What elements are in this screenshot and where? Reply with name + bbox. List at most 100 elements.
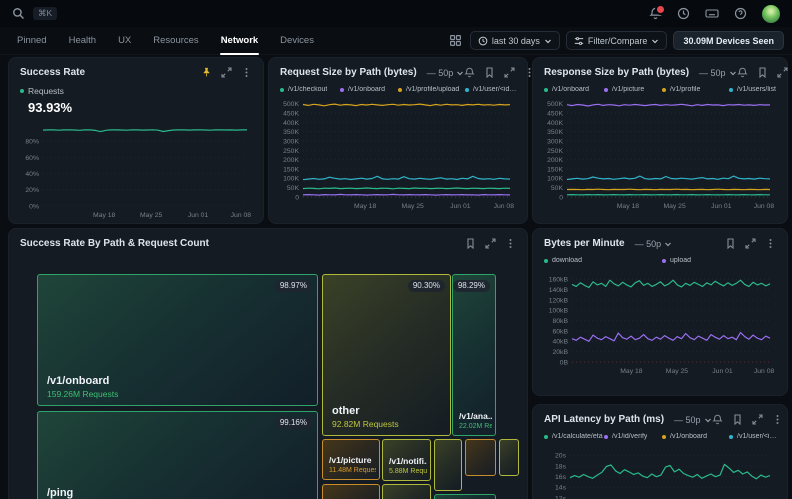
tile-success-rate-badge: 90.30%	[408, 280, 445, 292]
kebab-menu-icon[interactable]	[241, 67, 252, 78]
topbar: ⌘K	[0, 0, 792, 27]
filter-compare-button[interactable]: Filter/Compare	[566, 31, 668, 50]
legend-dot	[544, 88, 548, 92]
time-range-select[interactable]: last 30 days	[470, 31, 560, 50]
tab-resources[interactable]: Resources	[142, 27, 209, 54]
clock-icon[interactable]	[677, 7, 690, 20]
treemap-tile-v1-picture[interactable]: /v1/picture11.48M Requests	[322, 439, 380, 480]
svg-text:150K: 150K	[283, 166, 299, 173]
svg-text:300K: 300K	[547, 138, 563, 145]
tab-pinned[interactable]: Pinned	[6, 27, 58, 54]
treemap-tile[interactable]	[434, 494, 496, 499]
expand-icon[interactable]	[777, 67, 788, 78]
legend-dot	[662, 88, 666, 92]
bookmark-icon[interactable]	[725, 238, 736, 249]
chevron-down-icon	[651, 37, 659, 45]
pin-icon[interactable]	[201, 67, 212, 78]
notifications-bell-icon[interactable]	[649, 7, 662, 20]
svg-text:0%: 0%	[29, 203, 39, 210]
tab-network[interactable]: Network	[210, 27, 269, 54]
chevron-down-icon	[456, 69, 464, 77]
success-rate-chart: 80%60%40%20%0%May 18May 25Jun 01Jun 08	[17, 117, 255, 220]
legend: /v1/onboard/v1/picture/v1/profile/v1/use…	[533, 78, 787, 93]
expand-icon[interactable]	[221, 67, 232, 78]
legend-item[interactable]: /v1/user/<id>/rem...	[729, 433, 777, 440]
response-size-chart: 500K450K400K350K300K250K200K150K100K50K0…	[542, 95, 778, 211]
legend-dot	[729, 88, 733, 92]
legend-item[interactable]: download	[544, 257, 662, 264]
kebab-menu-icon[interactable]	[772, 414, 783, 425]
bookmark-icon[interactable]	[732, 414, 743, 425]
tile-path: /v1/picture	[329, 455, 376, 465]
expand-icon[interactable]	[752, 414, 763, 425]
expand-icon[interactable]	[745, 238, 756, 249]
card-request-size: Request Size by Path (bytes) — 50p /v1/c…	[268, 57, 528, 224]
svg-text:400K: 400K	[547, 120, 563, 127]
tile-path: /v1/notifi...	[389, 456, 427, 466]
tab-devices[interactable]: Devices	[269, 27, 325, 54]
legend-item[interactable]: /v1/onboard	[662, 433, 729, 440]
tile-label: /v1/onboard159.26M Requests	[47, 375, 314, 399]
legend-item[interactable]: /v1/profile	[662, 86, 729, 93]
legend-item[interactable]: /v1/user/<id>/profile	[465, 86, 517, 93]
treemap-tile-other[interactable]: 90.30%other92.82M Requests	[322, 274, 451, 436]
tab-health[interactable]: Health	[58, 27, 107, 54]
layout-grid-icon[interactable]	[447, 32, 464, 49]
treemap-tile-ping[interactable]: 99.16%/ping	[37, 411, 318, 499]
svg-text:500K: 500K	[547, 101, 563, 108]
kebab-menu-icon[interactable]	[765, 238, 776, 249]
devices-seen-badge[interactable]: 30.09M Devices Seen	[673, 31, 784, 50]
legend-label: download	[552, 257, 582, 264]
alert-bell-icon[interactable]	[712, 414, 723, 425]
legend-label: /v1/id/verify	[612, 433, 647, 440]
treemap-tile[interactable]	[434, 439, 462, 491]
svg-text:50K: 50K	[551, 185, 564, 192]
treemap-tile[interactable]	[499, 439, 519, 476]
expand-icon[interactable]	[504, 67, 515, 78]
legend-dot	[20, 89, 24, 93]
legend-item[interactable]: /v1/profile/upload	[398, 86, 465, 93]
svg-text:20%: 20%	[25, 187, 39, 194]
svg-text:100kB: 100kB	[549, 308, 569, 315]
legend-item[interactable]: /v1/calculate/eta	[544, 433, 604, 440]
legend-label: /v1/checkout	[288, 86, 327, 93]
legend-item[interactable]: Requests	[20, 86, 64, 96]
treemap-tile[interactable]	[322, 484, 380, 499]
percentile-select[interactable]: — 50p	[699, 68, 737, 78]
keyboard-icon[interactable]	[705, 7, 719, 20]
percentile-select[interactable]: — 50p	[674, 415, 712, 425]
svg-text:12s: 12s	[555, 495, 567, 499]
tab-ux[interactable]: UX	[107, 27, 142, 54]
legend-item[interactable]: /v1/users/list	[729, 86, 777, 93]
legend-item[interactable]: /v1/checkout	[280, 86, 340, 93]
tile-path: /ping	[47, 487, 314, 499]
treemap-tile-v1-notifi[interactable]: /v1/notifi...5.88M Requ...	[382, 439, 431, 481]
bytes-per-minute-chart: 160kB140kB120kB100kB80kB60kB40kB20kB0BMa…	[542, 266, 778, 376]
legend-item[interactable]: upload	[662, 257, 777, 264]
legend-item[interactable]: /v1/onboard	[544, 86, 604, 93]
legend-label: /v1/profile/upload	[406, 86, 459, 93]
card-bytes-per-minute: Bytes per Minute — 50p downloadupload 16…	[532, 228, 788, 396]
search-shortcut-badge: ⌘K	[33, 7, 57, 20]
avatar[interactable]	[762, 5, 780, 23]
legend-item[interactable]: /v1/onboard	[340, 86, 398, 93]
svg-text:100K: 100K	[283, 176, 299, 183]
percentile-select[interactable]: — 50p	[635, 239, 673, 249]
legend-item[interactable]: /v1/id/verify	[604, 433, 662, 440]
bookmark-icon[interactable]	[757, 67, 768, 78]
treemap-tile-v1-ana[interactable]: 98.29%/v1/ana...22.02M Re...	[452, 274, 496, 436]
alert-bell-icon[interactable]	[737, 67, 748, 78]
legend-label: /v1/onboard	[670, 433, 707, 440]
svg-text:350K: 350K	[283, 129, 299, 136]
alert-bell-icon[interactable]	[464, 67, 475, 78]
help-icon[interactable]	[734, 7, 747, 20]
svg-text:May 18: May 18	[620, 368, 643, 375]
legend-item[interactable]: /v1/picture	[604, 86, 662, 93]
percentile-select[interactable]: — 50p	[427, 68, 465, 78]
treemap-tile[interactable]	[382, 484, 431, 499]
treemap-tile[interactable]	[465, 439, 496, 476]
treemap-tile-v1-onboard[interactable]: 98.97%/v1/onboard159.26M Requests	[37, 274, 318, 406]
legend-dot	[604, 88, 608, 92]
search-icon[interactable]	[12, 7, 25, 20]
bookmark-icon[interactable]	[484, 67, 495, 78]
